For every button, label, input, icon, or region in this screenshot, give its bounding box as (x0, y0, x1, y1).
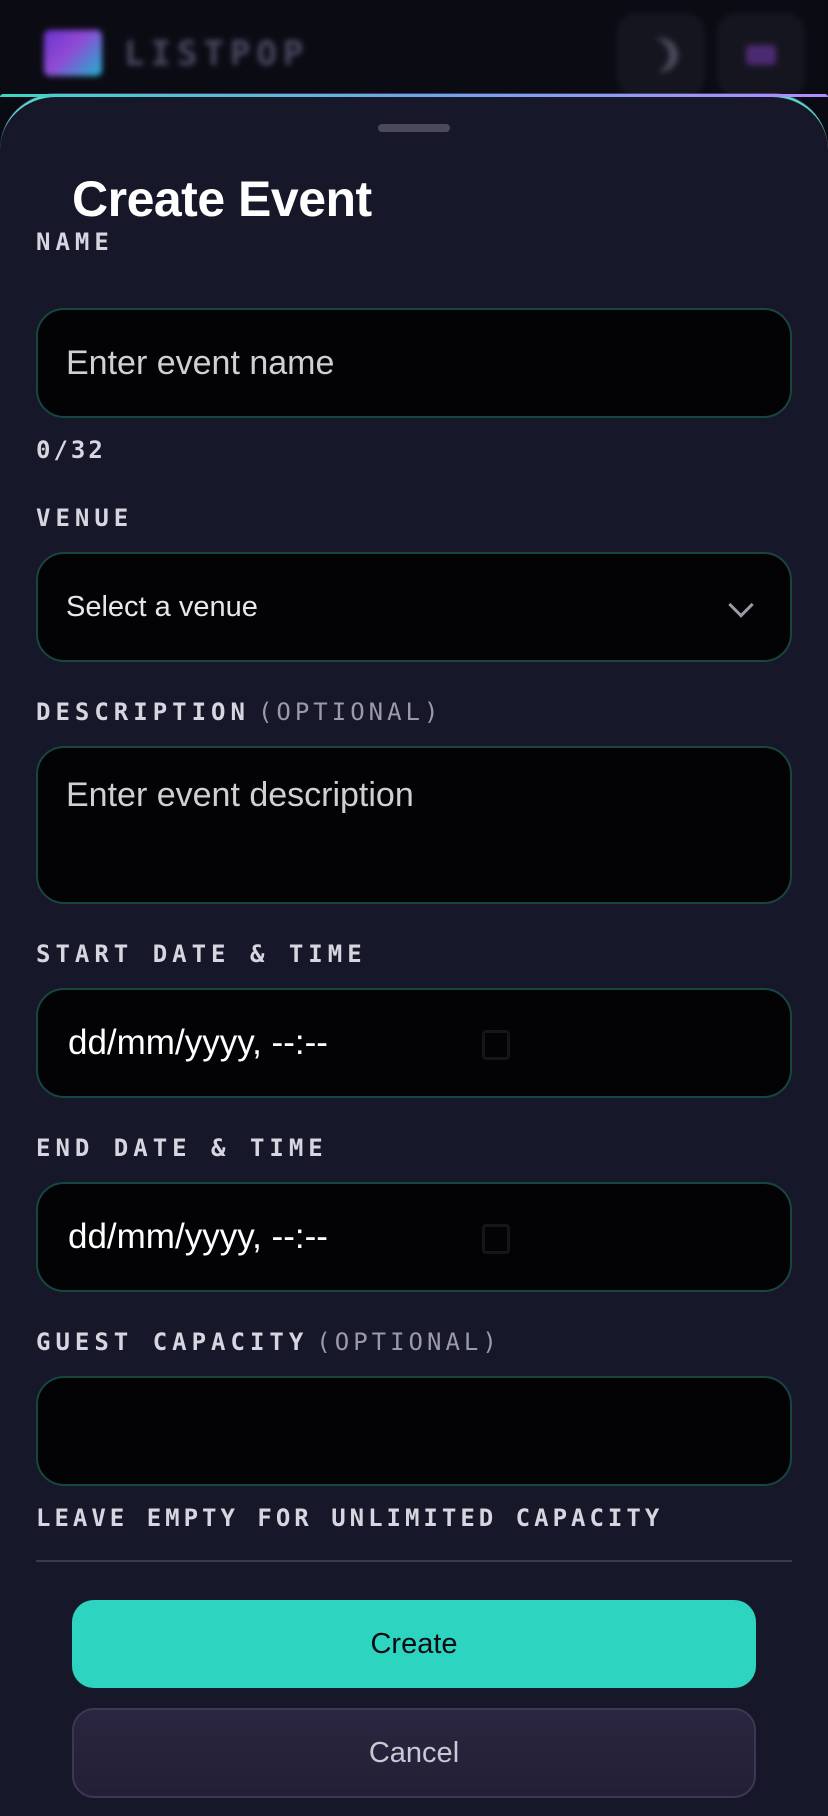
capacity-label: GUEST CAPACITY (OPTIONAL) (36, 1328, 501, 1356)
brand-name: LISTPOP (124, 34, 310, 74)
moon-icon (638, 32, 684, 78)
capacity-hint: LEAVE EMPTY FOR UNLIMITED CAPACITY (36, 1504, 664, 1532)
end-datetime-value: dd/mm/yyyy, --:-- (68, 1217, 328, 1256)
description-optional-tag: (OPTIONAL) (257, 698, 443, 726)
event-description-placeholder: Enter event description (66, 776, 414, 814)
start-datetime-input[interactable]: dd/mm/yyyy, --:-- (36, 988, 792, 1098)
avatar-button[interactable] (718, 14, 804, 96)
end-datetime-label: END DATE & TIME (36, 1134, 328, 1162)
create-button[interactable]: Create (72, 1600, 756, 1688)
end-datetime-input[interactable]: dd/mm/yyyy, --:-- (36, 1182, 792, 1292)
start-datetime-label: START DATE & TIME (36, 940, 367, 968)
chevron-down-icon (728, 592, 754, 618)
theme-toggle-button[interactable] (618, 14, 704, 96)
calendar-icon[interactable] (482, 1224, 510, 1254)
cancel-button[interactable]: Cancel (72, 1708, 756, 1798)
divider (36, 1560, 792, 1562)
guest-capacity-input[interactable] (36, 1376, 792, 1486)
event-description-textarea[interactable]: Enter event description (36, 746, 792, 904)
capacity-optional-tag: (OPTIONAL) (316, 1328, 501, 1356)
description-label: DESCRIPTION (OPTIONAL) (36, 698, 442, 726)
logo-icon (44, 30, 102, 76)
app-header: LISTPOP (0, 0, 828, 104)
start-datetime-value: dd/mm/yyyy, --:-- (68, 1023, 328, 1062)
sheet-drag-handle[interactable] (378, 124, 450, 132)
name-label-text: NAME (36, 228, 114, 256)
event-name-placeholder: Enter event name (66, 343, 335, 382)
description-label-text: DESCRIPTION (36, 698, 250, 726)
start-datetime-label-text: START DATE & TIME (36, 940, 367, 968)
calendar-icon[interactable] (482, 1030, 510, 1060)
sheet-title: Create Event (72, 171, 372, 227)
venue-label-text: VENUE (36, 504, 134, 532)
venue-selected-value: Select a venue (66, 590, 258, 623)
name-char-counter: 0/32 (36, 436, 106, 464)
end-datetime-label-text: END DATE & TIME (36, 1134, 328, 1162)
venue-label: VENUE (36, 504, 133, 532)
name-label: NAME (36, 228, 114, 256)
venue-select[interactable]: Select a venue (36, 552, 792, 662)
avatar (746, 45, 776, 65)
event-name-input[interactable]: Enter event name (36, 308, 792, 418)
capacity-label-text: GUEST CAPACITY (36, 1328, 309, 1356)
